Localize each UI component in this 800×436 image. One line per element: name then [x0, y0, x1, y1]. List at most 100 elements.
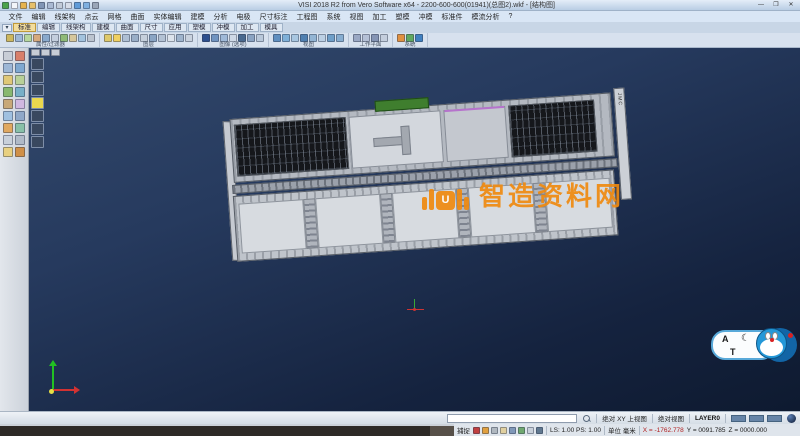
dimension-icon[interactable]: [15, 135, 25, 145]
select-icon[interactable]: [3, 51, 13, 61]
workplane-indicator[interactable]: 绝对 XY 上视图: [602, 413, 647, 423]
info-icon[interactable]: [415, 34, 423, 42]
visi-logo-icon[interactable]: [2, 2, 9, 9]
memory-indicator-2[interactable]: [749, 415, 764, 422]
menu-edit[interactable]: 编辑: [27, 12, 50, 22]
doraemon-widget[interactable]: A ☾ T: [711, 324, 797, 366]
pan-icon[interactable]: [291, 34, 299, 42]
menu-die[interactable]: 冲模: [414, 12, 437, 22]
current-layer-indicator[interactable]: LAYER0: [695, 415, 720, 422]
tab-mould[interactable]: 塑模: [188, 23, 211, 32]
menu-view[interactable]: 视图: [345, 12, 368, 22]
view-bottom-icon[interactable]: [31, 136, 44, 148]
highlight-icon[interactable]: [69, 34, 77, 42]
maximize-button[interactable]: ❐: [769, 1, 783, 10]
regen-icon[interactable]: [527, 427, 534, 434]
menu-mesh[interactable]: 网格: [103, 12, 126, 22]
layer-settings-icon[interactable]: [185, 34, 193, 42]
type-filter-icon[interactable]: [33, 34, 41, 42]
viewcube-home-icon[interactable]: [31, 49, 40, 56]
color-filter-icon[interactable]: [15, 34, 23, 42]
top-view-icon[interactable]: [318, 34, 326, 42]
line-icon[interactable]: [15, 63, 25, 73]
current-layer-icon[interactable]: [140, 34, 148, 42]
menu-wireframe[interactable]: 线架构: [50, 12, 80, 22]
iso-view-icon[interactable]: [327, 34, 335, 42]
solid-icon[interactable]: [3, 99, 13, 109]
move-to-layer-icon[interactable]: [158, 34, 166, 42]
layer-on-icon[interactable]: [122, 34, 130, 42]
layer-list-icon[interactable]: [167, 34, 175, 42]
new-layer-icon[interactable]: [113, 34, 121, 42]
snap-point-icon[interactable]: [482, 427, 489, 434]
snap-intersection-icon[interactable]: [509, 427, 516, 434]
snap-grid-icon[interactable]: [473, 427, 480, 434]
perspective-icon[interactable]: [247, 34, 255, 42]
background-icon[interactable]: [256, 34, 264, 42]
tab-dimension[interactable]: 尺寸: [140, 23, 163, 32]
memory-indicator-1[interactable]: [731, 415, 746, 422]
menu-system[interactable]: 系统: [322, 12, 345, 22]
layer-manager-icon[interactable]: [104, 34, 112, 42]
select-all-icon[interactable]: [78, 34, 86, 42]
measure-icon[interactable]: [3, 135, 13, 145]
snap-center-icon[interactable]: [500, 427, 507, 434]
paint-attributes-icon[interactable]: [51, 34, 59, 42]
snap-mid-icon[interactable]: [491, 427, 498, 434]
open-file-icon[interactable]: [20, 2, 27, 9]
invert-selection-icon[interactable]: [87, 34, 95, 42]
rotate-view-icon[interactable]: [300, 34, 308, 42]
new-file-icon[interactable]: [11, 2, 18, 9]
front-view-icon[interactable]: [309, 34, 317, 42]
surface-icon[interactable]: [15, 87, 25, 97]
viewcube-lock-icon[interactable]: [41, 49, 50, 56]
crosshair-icon[interactable]: [536, 427, 543, 434]
transform-icon[interactable]: [3, 123, 13, 133]
menu-file[interactable]: 文件: [4, 12, 27, 22]
command-search-input[interactable]: [447, 414, 577, 423]
hidden-line-icon[interactable]: [220, 34, 228, 42]
redo-icon[interactable]: [83, 2, 90, 9]
menu-electrode[interactable]: 电极: [232, 12, 255, 22]
layer-isolate-icon[interactable]: [149, 34, 157, 42]
trim-icon[interactable]: [15, 99, 25, 109]
workplane-reset-icon[interactable]: [371, 34, 379, 42]
menu-surface[interactable]: 曲面: [126, 12, 149, 22]
view-back-icon[interactable]: [31, 110, 44, 122]
view-right-icon[interactable]: [31, 97, 44, 109]
menu-modeling[interactable]: 建模: [186, 12, 209, 22]
circle-icon[interactable]: [3, 75, 13, 85]
memory-indicator-3[interactable]: [767, 415, 782, 422]
print-preview-icon[interactable]: [65, 2, 72, 9]
shaded-view-icon[interactable]: [202, 34, 210, 42]
view-mode-indicator[interactable]: 绝对视图: [658, 413, 684, 423]
layer-filter-icon[interactable]: [24, 34, 32, 42]
tab-tooling[interactable]: 模具: [260, 23, 283, 32]
grid-icon[interactable]: [397, 34, 405, 42]
previous-view-icon[interactable]: [336, 34, 344, 42]
save-icon[interactable]: [38, 2, 45, 9]
view-iso-icon[interactable]: [31, 58, 44, 70]
hatch-icon[interactable]: [15, 147, 25, 157]
menu-flow-analysis[interactable]: 模流分析: [467, 12, 504, 22]
view-front-icon[interactable]: [31, 84, 44, 96]
view-top-icon[interactable]: [31, 71, 44, 83]
shadow-icon[interactable]: [238, 34, 246, 42]
collapse-toolbar-button[interactable]: ▾: [2, 24, 12, 32]
snap-end-icon[interactable]: [518, 427, 525, 434]
menu-mould[interactable]: 塑模: [391, 12, 414, 22]
menu-pointcloud[interactable]: 点云: [80, 12, 103, 22]
tab-die[interactable]: 冲模: [212, 23, 235, 32]
menu-solid-edit[interactable]: 实体编辑: [149, 12, 186, 22]
zoom-window-icon[interactable]: [282, 34, 290, 42]
tab-modeling[interactable]: 建模: [92, 23, 115, 32]
wireframe-view-icon[interactable]: [211, 34, 219, 42]
zoom-fit-icon[interactable]: [273, 34, 281, 42]
point-icon[interactable]: [3, 63, 13, 73]
text-icon[interactable]: [3, 147, 13, 157]
search-icon[interactable]: [582, 414, 591, 423]
qat-menu-icon[interactable]: [92, 2, 99, 9]
tab-standard[interactable]: 标准: [13, 23, 36, 32]
tab-machining[interactable]: 加工: [236, 23, 259, 32]
render-options-icon[interactable]: [229, 34, 237, 42]
